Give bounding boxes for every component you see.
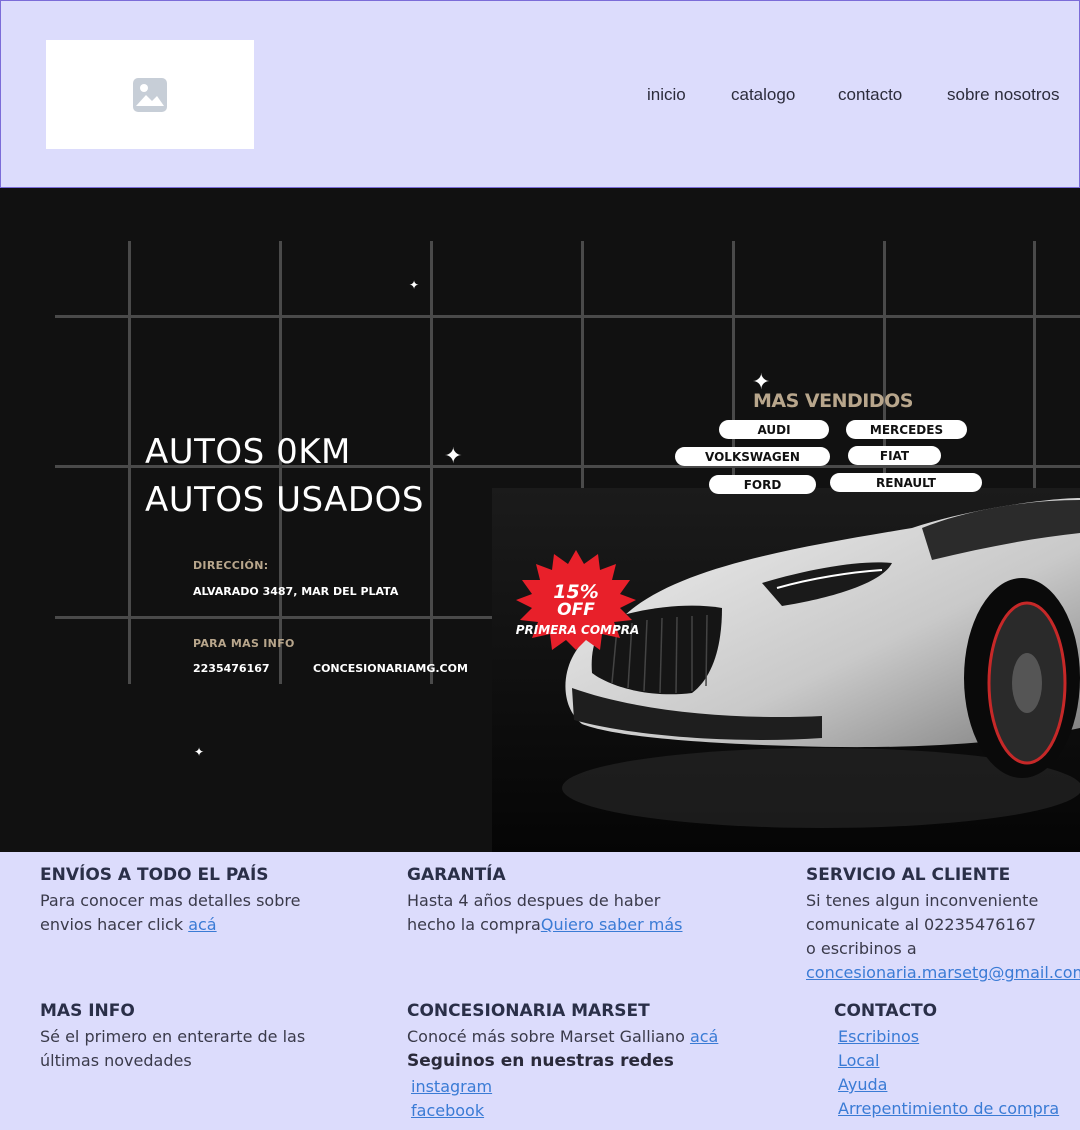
hero-title-usados: AUTOS USADOS [145, 480, 424, 520]
hero-title-0km: AUTOS 0KM [145, 432, 351, 472]
envios-text: Para conocer mas detalles sobre envios h… [40, 889, 300, 937]
brand-pill-volkswagen[interactable]: VOLKSWAGEN [675, 447, 830, 466]
nav-contacto[interactable]: contacto [838, 85, 902, 105]
nav-inicio[interactable]: inicio [647, 85, 686, 105]
garantia-text-line: hecho la compraQuiero saber más [407, 913, 683, 937]
servicio-title: SERVICIO AL CLIENTE [806, 865, 1011, 885]
direccion-label: DIRECCIÓN: [193, 559, 269, 572]
brand-pill-renault[interactable]: RENAULT [830, 473, 982, 492]
contacto-link-ayuda[interactable]: Ayuda [838, 1075, 887, 1094]
grid-line [128, 241, 131, 684]
mas-vendidos-title: MAS VENDIDOS [753, 390, 913, 412]
grid-line [430, 241, 433, 684]
instagram-link[interactable]: instagram [411, 1077, 492, 1096]
envios-text-line2: envios hacer click [40, 915, 189, 934]
contacto-link-arrepentimiento[interactable]: Arrepentimiento de compra [838, 1099, 1059, 1118]
mas-info-text-line: últimas novedades [40, 1051, 192, 1070]
redes-title: Seguinos en nuestras redes [407, 1051, 674, 1071]
contacto-link-escribinos[interactable]: Escribinos [838, 1027, 919, 1046]
garantia-text: Hasta 4 años despues de haber hecho la c… [407, 889, 683, 937]
sparkle-icon: ✦ [409, 278, 420, 292]
sparkle-icon: ✦ [444, 443, 463, 468]
brand-pill-ford[interactable]: FORD [709, 475, 816, 494]
concesionaria-title: CONCESIONARIA MARSET [407, 1001, 650, 1021]
servicio-email-row: concesionaria.marsetg@gmail.com [806, 961, 1080, 985]
concesionaria-text: Conocé más sobre Marset Galliano acá [407, 1025, 718, 1049]
logo[interactable] [46, 40, 254, 149]
phone-number: 2235476167 [193, 662, 270, 675]
mas-info-text: Sé el primero en enterarte de las última… [40, 1025, 305, 1073]
servicio-text-line: o escribinos a [806, 939, 917, 958]
brand-pill-mercedes[interactable]: MERCEDES [846, 420, 967, 439]
envios-link[interactable]: acá [188, 915, 216, 934]
nav-sobre-nosotros[interactable]: sobre nosotros [947, 85, 1059, 105]
garantia-text-line2: hecho la compra [407, 915, 541, 934]
offer-off: OFF [557, 600, 595, 620]
contacto-link-local[interactable]: Local [838, 1051, 879, 1070]
servicio-email-link[interactable]: concesionaria.marsetg@gmail.com [806, 963, 1080, 982]
site-header: inicio catalogo contacto sobre nosotros [0, 0, 1080, 188]
mas-info-title: MAS INFO [40, 1001, 135, 1021]
garantia-text-line: Hasta 4 años despues de haber [407, 891, 661, 910]
brand-pill-audi[interactable]: AUDI [719, 420, 829, 439]
concesionaria-text-body: Conocé más sobre Marset Galliano [407, 1027, 690, 1046]
concesionaria-link[interactable]: acá [690, 1027, 718, 1046]
nav-catalogo[interactable]: catalogo [731, 85, 795, 105]
sparkle-icon: ✦ [194, 745, 205, 759]
garantia-link[interactable]: Quiero saber más [541, 915, 683, 934]
hero-banner: AUTOS 0KM AUTOS USADOS DIRECCIÓN: ALVARA… [0, 188, 1080, 852]
info-label: PARA MAS INFO [193, 637, 295, 650]
envios-text-line: envios hacer click acá [40, 913, 300, 937]
mas-info-text-line: Sé el primero en enterarte de las [40, 1027, 306, 1046]
image-placeholder-icon [133, 77, 167, 112]
contacto-title: CONTACTO [834, 1001, 938, 1021]
direccion-value: ALVARADO 3487, MAR DEL PLATA [193, 585, 399, 598]
servicio-text: Si tenes algun inconveniente comunicate … [806, 889, 1080, 985]
facebook-link[interactable]: facebook [411, 1101, 484, 1120]
grid-line [55, 315, 1080, 318]
servicio-text-line: Si tenes algun inconveniente [806, 891, 1039, 910]
garantia-title: GARANTÍA [407, 865, 506, 885]
servicio-text-line: comunicate al 02235476167 [806, 915, 1037, 934]
website-text: CONCESIONARIAMG.COM [313, 662, 468, 675]
offer-primera-compra: PRIMERA COMPRA [515, 623, 640, 637]
brand-pill-fiat[interactable]: FIAT [848, 446, 941, 465]
envios-text-line: Para conocer mas detalles sobre [40, 891, 301, 910]
envios-title: ENVÍOS A TODO EL PAÍS [40, 865, 269, 885]
car-image [492, 488, 1080, 852]
